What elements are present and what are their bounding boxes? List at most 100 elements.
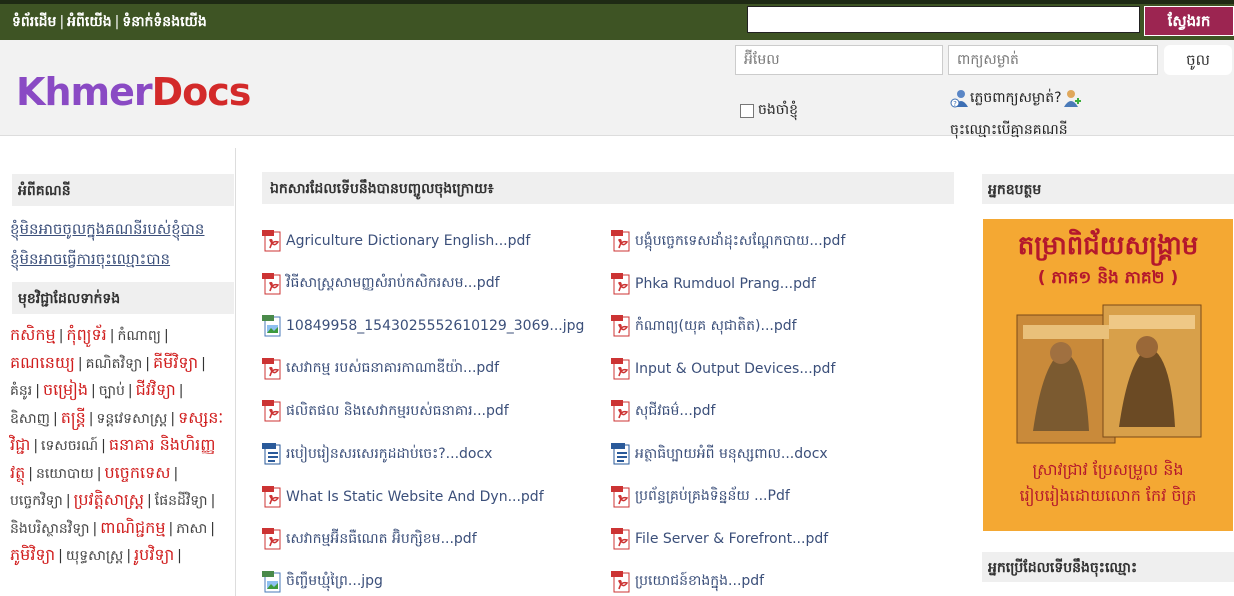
register-link[interactable]: ចុះឈ្មោះបើគ្មានគណនី bbox=[950, 120, 1068, 141]
subject-link[interactable]: ផែនដីវិទ្យា bbox=[155, 493, 208, 509]
subject-separator: | bbox=[178, 383, 184, 399]
subject-separator: | bbox=[127, 383, 133, 399]
document-item[interactable]: Agriculture Dictionary English...pdf bbox=[262, 230, 530, 252]
promo-line-2: រៀបរៀងដោយលោក កែវ ចិត្រ bbox=[1019, 486, 1197, 505]
subject-link[interactable]: គំនូរ bbox=[10, 383, 32, 399]
nav-separator: | bbox=[114, 14, 120, 30]
promo-line-1: ស្រាវជ្រាវ ប្រែសម្រួល និង bbox=[1032, 460, 1184, 479]
pdf-file-icon bbox=[611, 570, 631, 593]
login-button[interactable]: ចូល bbox=[1164, 45, 1232, 75]
nav-contact-link[interactable]: ទំនាក់ទំនងយើង bbox=[122, 14, 206, 30]
document-name: ប្រយោជន៍ខាងក្នុង...pdf bbox=[635, 573, 765, 590]
subject-link[interactable]: និងបរិស្ថានវិទ្យា bbox=[10, 521, 90, 537]
document-name: ចិញ្ចឹមឃ្មុំព្រៃ...jpg bbox=[286, 573, 383, 590]
header: KhmerDocs អ៊ីមែល ពាក្យសម្ងាត់ ចូល ចងចាំខ… bbox=[0, 40, 1234, 138]
subject-link[interactable]: ភាសា bbox=[176, 521, 207, 537]
subject-link[interactable]: កំណាព្យ bbox=[117, 328, 160, 344]
subject-link[interactable]: កសិកម្ម bbox=[10, 325, 56, 344]
pdf-file-icon bbox=[262, 485, 282, 508]
document-item[interactable]: សេវាកម្ម របស់ធនាគារកាណាឌីយ៉ា...pdf bbox=[262, 357, 500, 380]
pdf-file-icon bbox=[262, 230, 282, 252]
logo-text-docs: Docs bbox=[151, 70, 252, 114]
subject-link[interactable]: គណនេយ្យ bbox=[10, 353, 75, 372]
document-item[interactable]: ប្រព័ន្ធគ្រប់គ្រងទិន្នន័យ ...Pdf bbox=[611, 485, 790, 508]
document-name: 10849958_1543025552610129_3069...jpg bbox=[286, 318, 585, 335]
subject-link[interactable]: ពាណិជ្ជកម្ម bbox=[100, 518, 165, 537]
subject-link[interactable]: ជីវវិទ្យា bbox=[136, 380, 176, 399]
subject-link[interactable]: នយោបាយ bbox=[36, 466, 94, 482]
pdf-file-icon bbox=[262, 272, 282, 295]
document-name: ប្រព័ន្ធគ្រប់គ្រងទិន្នន័យ ...Pdf bbox=[635, 488, 790, 505]
document-item[interactable]: សេវាកម្មអ៊ីនធឺណេត អ៊ិបក្សិខម...pdf bbox=[262, 528, 477, 550]
document-item[interactable]: Input & Output Devices...pdf bbox=[611, 357, 835, 380]
svg-text:?: ? bbox=[953, 100, 957, 108]
subject-separator: | bbox=[210, 520, 216, 537]
subject-link[interactable]: ចម្រៀង bbox=[43, 380, 88, 399]
pdf-file-icon bbox=[611, 272, 631, 295]
document-item[interactable]: វិធីសាស្ត្រសាមញ្ញសំរាប់កសិករសម...pdf bbox=[262, 272, 500, 295]
document-item[interactable]: សុជីវធម៌...pdf bbox=[611, 400, 716, 422]
account-heading: អំពីគណនី bbox=[12, 174, 234, 206]
pdf-file-icon bbox=[611, 315, 631, 337]
document-item[interactable]: អត្ថាធិប្បាយអំពី មនុស្សពាល...docx bbox=[611, 443, 828, 465]
subject-link[interactable]: ឧិសាញ bbox=[10, 411, 50, 427]
document-item[interactable]: ចិញ្ចឹមឃ្មុំព្រៃ...jpg bbox=[262, 570, 383, 593]
docx-file-icon bbox=[611, 443, 631, 465]
subject-link[interactable]: តន្ត្រី bbox=[61, 408, 86, 427]
password-field[interactable]: ពាក្យសម្ងាត់ bbox=[948, 45, 1158, 75]
document-item[interactable]: ផលិតផល និងសេវាកម្មរបស់ធនាគារ...pdf bbox=[262, 400, 509, 422]
subject-link[interactable]: ច្បាប់ bbox=[99, 383, 125, 399]
subject-separator: | bbox=[109, 328, 115, 344]
subject-separator: | bbox=[58, 328, 64, 344]
subject-separator: | bbox=[77, 355, 83, 372]
remember-me[interactable]: ចងចាំខ្ញុំ bbox=[740, 100, 798, 121]
document-item[interactable]: What Is Static Website And Dyn...pdf bbox=[262, 485, 544, 508]
password-placeholder: ពាក្យសម្ងាត់ bbox=[957, 52, 1019, 68]
subject-separator: | bbox=[163, 328, 169, 344]
subject-link[interactable]: ប្រវត្តិសាស្ត្រ bbox=[74, 490, 144, 509]
document-item[interactable]: File Server & Forefront...pdf bbox=[611, 528, 828, 550]
nav-home-link[interactable]: ទំព័រដើម bbox=[12, 14, 56, 30]
document-name: សេវាកម្ម របស់ធនាគារកាណាឌីយ៉ា...pdf bbox=[286, 360, 500, 377]
pdf-file-icon bbox=[611, 230, 631, 252]
sponsor-banner[interactable]: តម្រាពិជ័យសង្គ្រាម ( ភាគ១ និង ភាគ២ ) ស្រ… bbox=[983, 219, 1233, 531]
search-input[interactable] bbox=[747, 6, 1140, 33]
subject-link[interactable]: រូបវិទ្យា bbox=[134, 545, 174, 564]
cannot-login-link[interactable]: ខ្ញុំមិនអាចចូលក្នុងគណនីរបស់ខ្ញុំបាន bbox=[10, 214, 235, 244]
subject-separator: | bbox=[210, 493, 216, 509]
subject-link[interactable]: បច្ចេកវិទ្យា bbox=[10, 493, 63, 509]
subject-separator: | bbox=[35, 383, 40, 399]
pdf-file-icon bbox=[262, 357, 282, 380]
document-item[interactable]: Phka Rumduol Prang...pdf bbox=[611, 272, 816, 295]
document-item[interactable]: កំណាព្យ(យុគ សុជាតិត)...pdf bbox=[611, 315, 797, 337]
remember-label: ចងចាំខ្ញុំ bbox=[758, 102, 798, 118]
subject-link[interactable]: គណិតវិទ្យា bbox=[86, 356, 143, 372]
new-users-heading: អ្នកប្រើដែលទើបនឹងចុះឈ្មោះ bbox=[982, 552, 1234, 582]
pdf-file-icon bbox=[611, 400, 631, 422]
subject-link[interactable]: ទន្តវេទសាស្ត្រ bbox=[97, 411, 168, 427]
promo-credit: ស្រាវជ្រាវ ប្រែសម្រួល និង រៀបរៀងដោយលោក ក… bbox=[983, 457, 1233, 509]
document-item[interactable]: ប្រយោជន៍ខាងក្នុង...pdf bbox=[611, 570, 765, 593]
subject-link[interactable]: បច្ចេកទេស bbox=[104, 463, 170, 482]
left-sidebar: អំពីគណនី ខ្ញុំមិនអាចចូលក្នុងគណនីរបស់ខ្ញុ… bbox=[0, 148, 236, 596]
search-button[interactable]: ស្វែងរក bbox=[1144, 6, 1234, 36]
subject-link[interactable]: ទេសចរណ៍ bbox=[41, 438, 98, 454]
document-item[interactable]: បង្កុំបច្ចេកទេសដាំដុះសណ្តែកបាយ...pdf bbox=[611, 230, 845, 252]
forgot-password-link[interactable]: ? ភ្លេចពាក្យសម្ងាត់? bbox=[950, 88, 1082, 109]
remember-checkbox[interactable] bbox=[740, 103, 754, 118]
subject-link[interactable]: កុំព្យូទ័រ bbox=[66, 325, 106, 344]
subject-link[interactable]: ភូមិវិទ្យា bbox=[10, 545, 55, 564]
document-name: បង្កុំបច្ចេកទេសដាំដុះសណ្តែកបាយ...pdf bbox=[635, 232, 846, 249]
document-item[interactable]: របៀបរៀនសរសេរកូដដាប់ចេះ?...docx bbox=[262, 443, 492, 465]
pdf-file-icon bbox=[611, 357, 631, 380]
nav-about-link[interactable]: អំពីយើង bbox=[67, 14, 111, 30]
subject-link[interactable]: យុទ្ធសាស្ត្រ bbox=[66, 548, 124, 564]
site-logo[interactable]: KhmerDocs bbox=[16, 70, 252, 114]
cannot-register-link[interactable]: ខ្ញុំមិនអាចធ្វើការចុះឈ្មោះបាន bbox=[10, 244, 235, 274]
subject-separator: | bbox=[88, 410, 94, 427]
document-item[interactable]: 10849958_1543025552610129_3069...jpg bbox=[262, 315, 584, 337]
email-field[interactable]: អ៊ីមែល bbox=[735, 45, 943, 75]
subject-link[interactable]: គីមីវិទ្យា bbox=[153, 353, 198, 372]
recent-docs-heading: ឯកសារដែលទើបនឹងបានបញ្ចូលចុងក្រោយ៖ bbox=[262, 172, 954, 204]
pdf-file-icon bbox=[262, 400, 282, 422]
